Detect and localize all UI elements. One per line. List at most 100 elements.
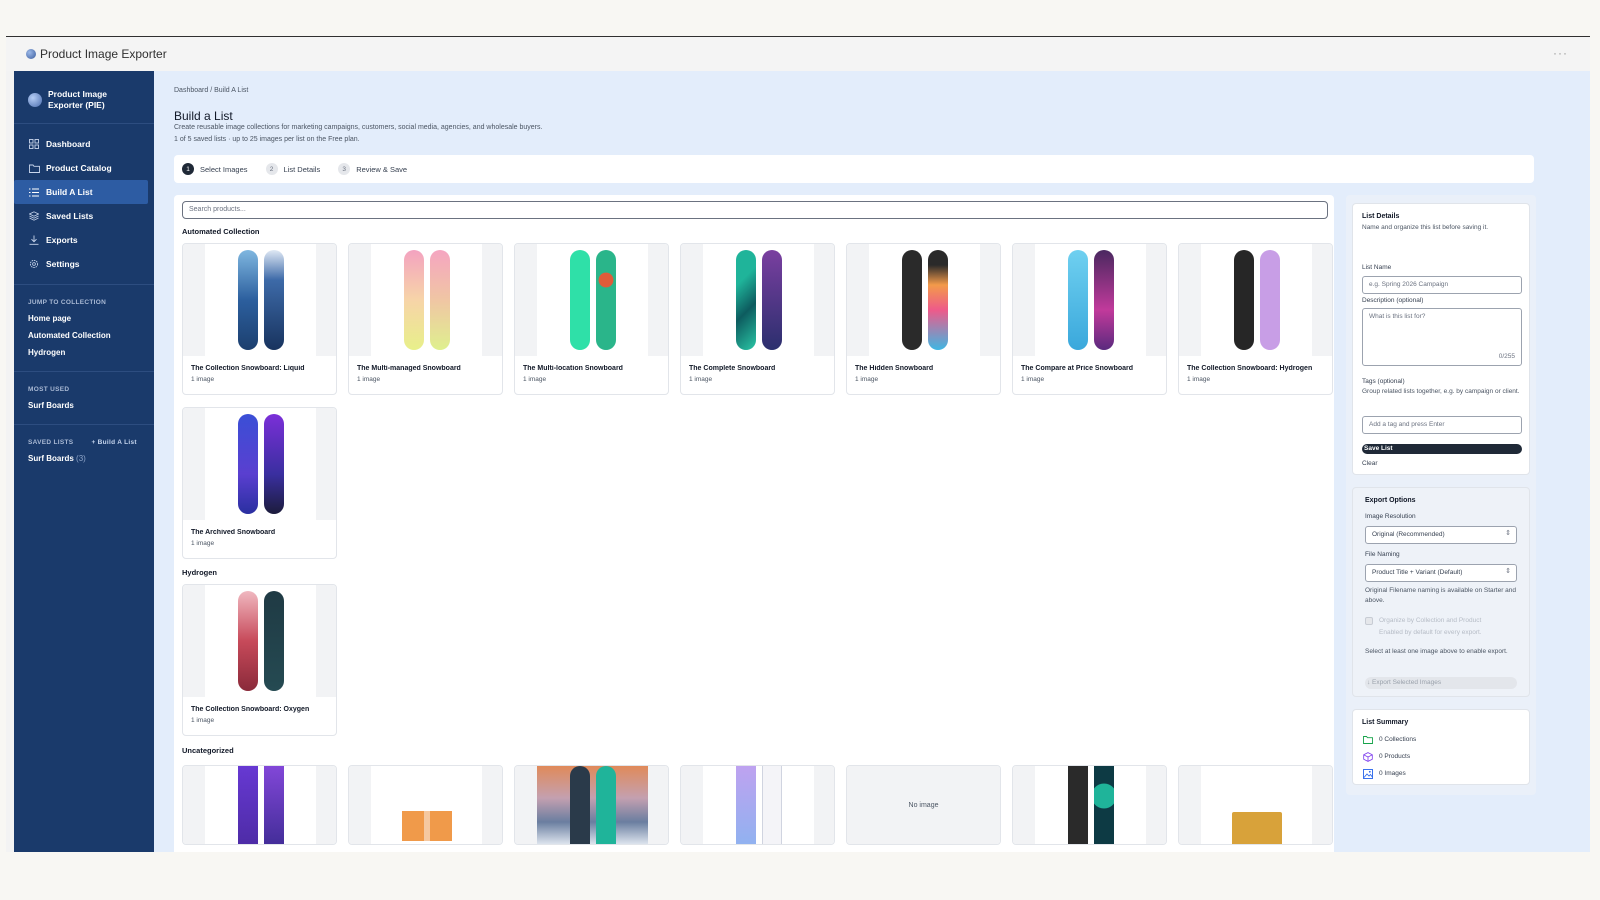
app-title: Product Image Exporter xyxy=(40,47,167,61)
tags-help: Group related lists together, e.g. by ca… xyxy=(1362,388,1520,395)
sidebar-item-build-a-list[interactable]: Build A List xyxy=(14,180,148,204)
list-name-label: List Name xyxy=(1362,264,1392,271)
saved-lists-heading: SAVED LISTS + Build A List xyxy=(14,439,154,446)
snowboard-image xyxy=(1093,766,1114,844)
organize-checkbox[interactable] xyxy=(1365,617,1373,625)
brand[interactable]: Product Image Exporter (PIE) xyxy=(14,71,154,117)
grid-icon xyxy=(28,138,40,150)
step-review-save[interactable]: 3 Review & Save xyxy=(338,163,407,175)
jump-link-hydrogen[interactable]: Hydrogen xyxy=(14,348,154,357)
snowboard-image xyxy=(1093,250,1114,350)
gift-card-image xyxy=(401,811,452,841)
breadcrumb[interactable]: Dashboard / Build A List xyxy=(174,87,248,94)
resolution-select[interactable]: Original (Recommended) ⇕ xyxy=(1365,526,1517,544)
file-naming-label: File Naming xyxy=(1365,551,1400,558)
page-title: Build a List xyxy=(174,109,233,123)
search-input[interactable]: Search products... xyxy=(182,201,1328,219)
sidebar-item-label: Dashboard xyxy=(46,139,91,149)
jump-link-automated-collection[interactable]: Automated Collection xyxy=(14,331,154,340)
export-selected-button[interactable]: ↓ Export Selected Images xyxy=(1365,677,1517,689)
divider xyxy=(14,284,154,285)
product-card[interactable]: The Compare at Price Snowboard 1 image xyxy=(1012,243,1167,395)
product-thumbnail xyxy=(847,244,1000,356)
sidebar-item-exports[interactable]: Exports xyxy=(14,228,154,252)
product-title: The Hidden Snowboard xyxy=(855,365,934,372)
summary-products: 0 Products xyxy=(1362,748,1416,765)
product-image xyxy=(1231,812,1282,844)
product-card[interactable]: The Archived Snowboard 1 image xyxy=(182,407,337,559)
snowboard-image xyxy=(263,766,284,844)
export-options-title: Export Options xyxy=(1365,497,1416,504)
sidebar-item-dashboard[interactable]: Dashboard xyxy=(14,132,154,156)
description-textarea[interactable]: What is this list for? 0/255 xyxy=(1362,308,1522,366)
summary-images-text: 0 Images xyxy=(1379,770,1406,777)
product-card[interactable] xyxy=(1012,765,1167,845)
product-title: The Collection Snowboard: Liquid xyxy=(191,365,305,372)
build-a-list-link[interactable]: + Build A List xyxy=(91,439,136,446)
sidebar-nav: Dashboard Product Catalog Build A List S… xyxy=(14,132,154,276)
sidebar-item-label: Build A List xyxy=(46,187,93,197)
product-card[interactable] xyxy=(1178,765,1333,845)
product-title: The Multi-managed Snowboard xyxy=(357,365,461,372)
description-counter: 0/255 xyxy=(1498,353,1515,360)
product-card[interactable]: The Multi-location Snowboard 1 image xyxy=(514,243,669,395)
tags-input[interactable]: Add a tag and press Enter xyxy=(1362,416,1522,434)
image-count: 1 image xyxy=(1187,376,1211,383)
saved-list-surf-boards[interactable]: Surf Boards (3) xyxy=(14,454,154,463)
snowboard-image xyxy=(735,766,756,844)
snowboard-image xyxy=(237,250,258,350)
most-used-link-surf-boards[interactable]: Surf Boards xyxy=(14,401,154,410)
product-thumbnail xyxy=(515,766,668,844)
jump-link-home-page[interactable]: Home page xyxy=(14,314,154,323)
snowboard-image xyxy=(901,250,922,350)
summary-rows: 0 Collections 0 Products 0 Images xyxy=(1362,731,1416,782)
sidebar-item-label: Settings xyxy=(46,259,80,269)
snowboard-image xyxy=(735,250,756,350)
list-name-input[interactable]: e.g. Spring 2026 Campaign xyxy=(1362,276,1522,294)
step-number: 2 xyxy=(265,163,278,175)
app-window: Product Image Exporter ··· Product Image… xyxy=(6,36,1590,852)
product-card[interactable] xyxy=(514,765,669,845)
no-image-placeholder: No image xyxy=(847,766,1000,844)
product-card[interactable]: The Hidden Snowboard 1 image xyxy=(846,243,1001,395)
more-options-icon[interactable]: ··· xyxy=(1553,46,1568,60)
product-thumbnail xyxy=(183,585,336,697)
product-card[interactable]: The Collection Snowboard: Oxygen 1 image xyxy=(182,584,337,736)
product-card[interactable]: The Multi-managed Snowboard 1 image xyxy=(348,243,503,395)
summary-images: 0 Images xyxy=(1362,765,1416,782)
clear-button[interactable]: Clear xyxy=(1362,460,1378,467)
snowboard-image xyxy=(1259,250,1280,350)
product-card[interactable] xyxy=(348,765,503,845)
product-card[interactable]: The Complete Snowboard 1 image xyxy=(680,243,835,395)
snowboard-image xyxy=(927,250,948,350)
resolution-label: Image Resolution xyxy=(1365,513,1416,520)
product-card[interactable]: The Collection Snowboard: Liquid 1 image xyxy=(182,243,337,395)
snowboard-image xyxy=(1067,250,1088,350)
product-title: The Multi-location Snowboard xyxy=(523,365,623,372)
sidebar-item-product-catalog[interactable]: Product Catalog xyxy=(14,156,154,180)
step-select-images[interactable]: 1 Select Images xyxy=(182,163,248,175)
most-used-heading: MOST USED xyxy=(28,386,70,393)
product-thumbnail xyxy=(1013,766,1166,844)
sidebar-item-saved-lists[interactable]: Saved Lists xyxy=(14,204,154,228)
tags-label: Tags (optional) xyxy=(1362,378,1405,385)
sidebar-item-settings[interactable]: Settings xyxy=(14,252,154,276)
list-details-panel: List Details Name and organize this list… xyxy=(1352,203,1530,475)
file-naming-select[interactable]: Product Title + Variant (Default) ⇕ xyxy=(1365,564,1517,582)
image-count: 1 image xyxy=(1021,376,1045,383)
product-thumbnail xyxy=(349,244,502,356)
save-list-button[interactable]: Save List xyxy=(1362,444,1522,454)
title-bar: Product Image Exporter ··· xyxy=(6,37,1590,71)
product-title: The Compare at Price Snowboard xyxy=(1021,365,1134,372)
snowboard-image xyxy=(429,250,450,350)
product-thumbnail xyxy=(1013,244,1166,356)
product-card[interactable] xyxy=(182,765,337,845)
step-list-details[interactable]: 2 List Details xyxy=(265,163,320,175)
divider xyxy=(14,371,154,372)
stepper: 1 Select Images 2 List Details 3 Review … xyxy=(174,155,1534,183)
product-card[interactable]: The Collection Snowboard: Hydrogen 1 ima… xyxy=(1178,243,1333,395)
snowboard-image xyxy=(403,250,424,350)
product-card[interactable] xyxy=(680,765,835,845)
section-uncategorized: Uncategorized xyxy=(182,746,234,755)
product-card[interactable]: No image xyxy=(846,765,1001,845)
